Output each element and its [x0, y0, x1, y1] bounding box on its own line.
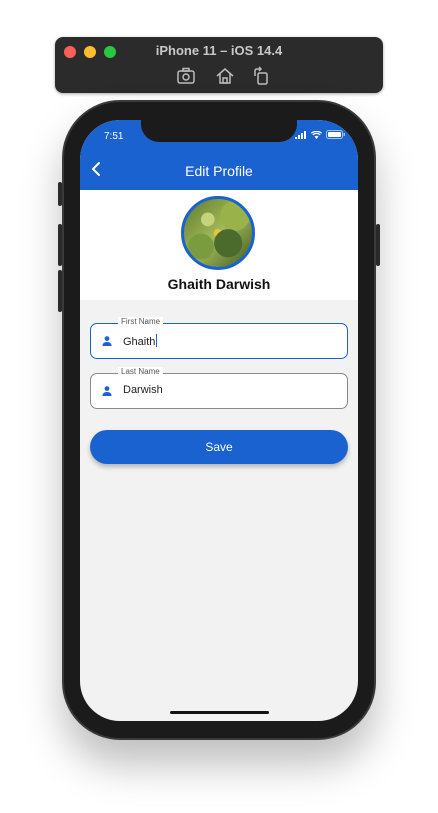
last-name-input[interactable]: Darwish — [123, 384, 163, 396]
battery-icon — [326, 130, 345, 139]
person-icon — [102, 386, 112, 396]
last-name-field[interactable]: Last Name Darwish — [90, 367, 348, 409]
rotate-icon[interactable] — [250, 65, 272, 87]
avatar[interactable] — [181, 196, 255, 270]
home-icon[interactable] — [214, 65, 236, 87]
save-button[interactable]: Save — [90, 430, 348, 464]
home-indicator[interactable] — [170, 711, 269, 714]
wifi-icon — [311, 130, 322, 139]
first-name-field[interactable]: First Name Ghaith — [90, 317, 348, 359]
power-button — [376, 224, 380, 266]
profile-section: Ghaith Darwish — [80, 190, 358, 300]
first-name-label: First Name — [118, 317, 164, 326]
mute-switch — [58, 182, 62, 206]
signal-icon — [295, 130, 306, 139]
status-time: 7:51 — [104, 131, 124, 142]
status-icons — [295, 130, 346, 139]
page-title: Edit Profile — [185, 163, 253, 179]
volume-up-button — [58, 224, 62, 266]
profile-name: Ghaith Darwish — [167, 276, 271, 292]
simulator-toolbar: iPhone 11 – iOS 14.4 — [55, 37, 383, 93]
person-icon — [102, 336, 112, 346]
notch — [141, 120, 297, 142]
first-name-value: Ghaith — [123, 336, 156, 348]
phone-screen: 7:51 Edit Profile Ghaith Darwish First N… — [80, 120, 358, 721]
simulator-title: iPhone 11 – iOS 14.4 — [155, 43, 283, 58]
last-name-label: Last Name — [118, 367, 163, 376]
volume-down-button — [58, 270, 62, 312]
screenshot-icon[interactable] — [175, 65, 197, 87]
text-caret — [156, 334, 158, 347]
first-name-input[interactable]: Ghaith — [123, 334, 158, 348]
